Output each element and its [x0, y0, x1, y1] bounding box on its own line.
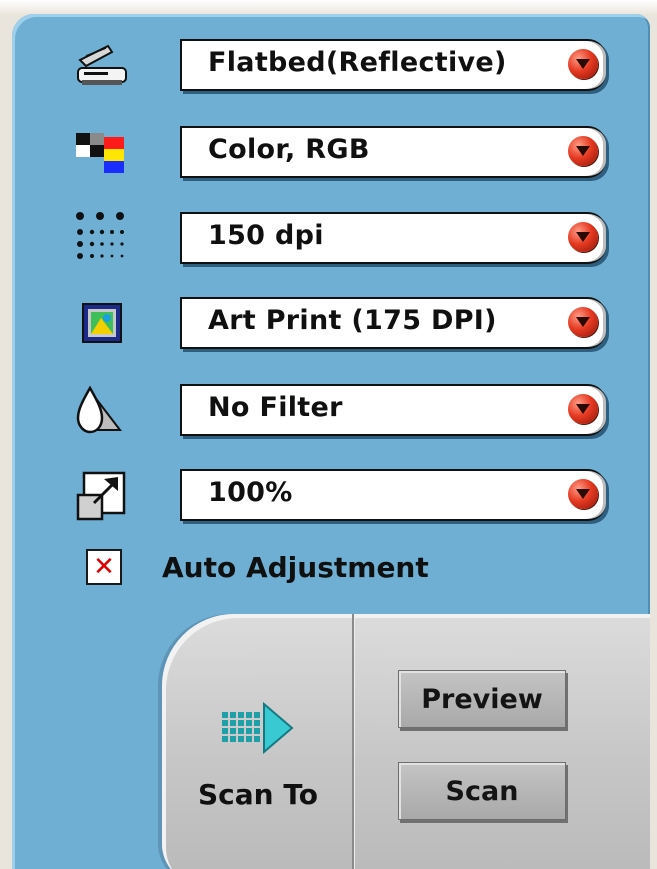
scale-value: 100% [208, 477, 293, 508]
setting-row-resolution: 150 dpi [12, 208, 650, 268]
scan-mode-value: Flatbed(Reflective) [208, 47, 507, 78]
scan-mode-popup[interactable]: Flatbed(Reflective) [180, 39, 606, 91]
title-strip [0, 0, 657, 14]
dock-divider [352, 614, 354, 869]
resolution-value: 150 dpi [208, 220, 324, 251]
popup-arrow-icon[interactable] [568, 222, 598, 252]
destination-popup[interactable]: Art Print (175 DPI) [180, 297, 606, 349]
resolution-popup[interactable]: 150 dpi [180, 212, 606, 264]
setting-row-image-type: Color, RGB [12, 122, 650, 182]
destination-value: Art Print (175 DPI) [208, 305, 497, 336]
filter-popup[interactable]: No Filter [180, 384, 606, 436]
setting-row-destination: Art Print (175 DPI) [12, 293, 650, 353]
preview-button[interactable]: Preview [398, 670, 566, 728]
auto-adjustment-label: Auto Adjustment [162, 550, 429, 584]
auto-adjustment-checkbox[interactable]: ✕ [86, 549, 122, 585]
setting-row-filter: No Filter [12, 380, 650, 440]
popup-arrow-icon[interactable] [568, 394, 598, 424]
popup-arrow-icon[interactable] [568, 307, 598, 337]
auto-adjustment-option: ✕ Auto Adjustment [86, 543, 429, 591]
popup-arrow-icon[interactable] [568, 479, 598, 509]
popup-arrow-icon[interactable] [568, 49, 598, 79]
image-type-value: Color, RGB [208, 134, 370, 165]
flatbed-scanner-icon [70, 35, 134, 95]
scan-button[interactable]: Scan [398, 762, 566, 820]
checked-x-icon: ✕ [93, 552, 115, 582]
filter-value: No Filter [208, 392, 343, 423]
setting-row-scan-mode: Flatbed(Reflective) [12, 35, 650, 95]
ink-drop-icon [70, 380, 134, 440]
scan-to-arrow-icon [220, 700, 300, 760]
action-dock: Scan To Preview Scan [162, 614, 650, 869]
image-type-popup[interactable]: Color, RGB [180, 126, 606, 178]
scale-popup[interactable]: 100% [180, 469, 606, 521]
setting-row-scale: 100% [12, 465, 650, 525]
scanner-settings-panel: Flatbed(Reflective) Color, RGB 150 dpi A… [12, 14, 650, 869]
scan-to-label: Scan To [198, 778, 318, 811]
popup-arrow-icon[interactable] [568, 136, 598, 166]
art-print-icon [70, 293, 134, 353]
color-swatch-icon [70, 122, 134, 182]
scan-to-button[interactable]: Scan To [176, 674, 326, 824]
scale-arrow-icon [70, 465, 134, 525]
halftone-dots-icon [70, 208, 134, 268]
